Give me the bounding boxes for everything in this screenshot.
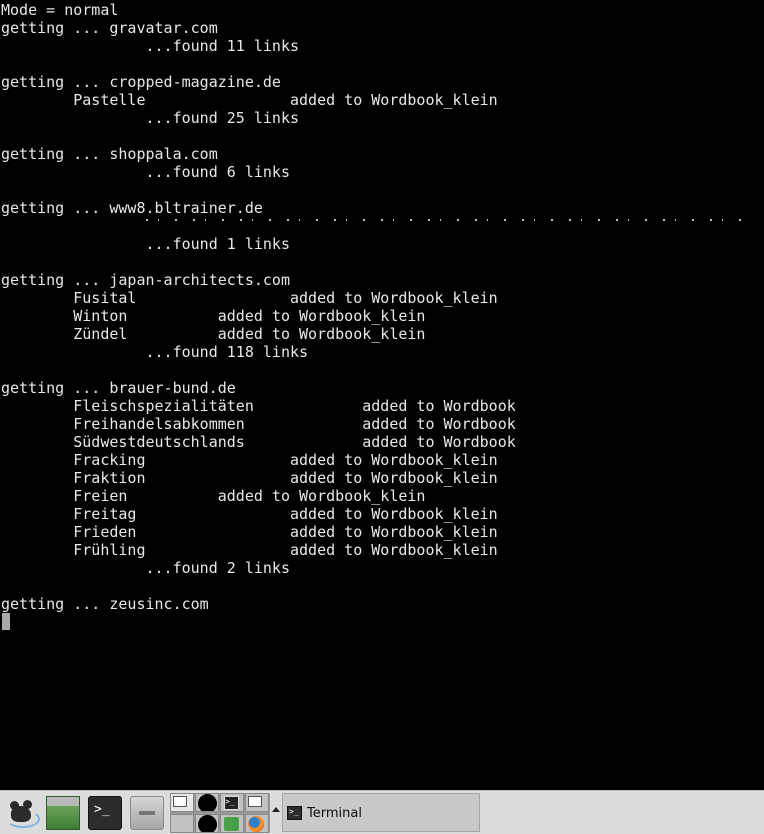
task-button-terminal[interactable]: >_ Terminal: [282, 793, 480, 832]
terminal-line: Freihandelsabkommen added to Wordbook: [1, 415, 516, 433]
application-menu-button[interactable]: [4, 796, 40, 830]
firefox-icon: [248, 816, 264, 832]
window-thumbnail: [173, 796, 187, 807]
terminal-line: Fraktion added to Wordbook_klein: [1, 469, 498, 487]
terminal-line: Fracking added to Wordbook_klein: [1, 451, 498, 469]
terminal-launcher-button[interactable]: >_: [88, 796, 122, 830]
terminal-line: getting ... cropped-magazine.de: [1, 73, 281, 91]
workspace-2[interactable]: [195, 793, 219, 812]
taskbar: >_ >_ >_ Terminal: [0, 790, 764, 834]
workspace-5[interactable]: [170, 814, 194, 833]
terminal-line: getting ... shoppala.com: [1, 145, 218, 163]
terminal-line: getting ... japan-architects.com: [1, 271, 290, 289]
terminal-line: ...found 6 links: [1, 163, 290, 181]
terminal-line: ...found 11 links: [1, 37, 300, 55]
window-thumbnail: [198, 815, 217, 832]
pager-expand-icon[interactable]: [272, 807, 280, 812]
terminal-line: Mode = normal: [1, 1, 119, 19]
terminal-line: Frühling added to Wordbook_klein: [1, 541, 498, 559]
workspace-8[interactable]: [245, 814, 269, 833]
terminal-line: ...found 2 links: [1, 559, 290, 577]
terminal-icon: >_: [224, 796, 239, 810]
show-desktop-button[interactable]: [46, 796, 80, 830]
terminal-line: Freien added to Wordbook_klein: [1, 487, 426, 505]
terminal-line: Zündel added to Wordbook_klein: [1, 325, 426, 343]
terminal-line: ...found 25 links: [1, 109, 300, 127]
terminal-line: Pastelle added to Wordbook_klein: [1, 91, 498, 109]
terminal-window[interactable]: Mode = normal getting ... gravatar.com .…: [0, 0, 764, 790]
app-icon: [224, 817, 239, 831]
terminal-line: Fusital added to Wordbook_klein: [1, 289, 498, 307]
terminal-line: Südwestdeutschlands added to Wordbook: [1, 433, 516, 451]
file-manager-launcher-button[interactable]: [130, 796, 164, 830]
terminal-line: getting ... www8.bltrainer.de: [1, 199, 263, 217]
terminal-line: Freitag added to Wordbook_klein: [1, 505, 498, 523]
terminal-output: Mode = normal getting ... gravatar.com .…: [1, 1, 516, 613]
window-thumbnail: [198, 794, 217, 811]
workspace-6[interactable]: [195, 814, 219, 833]
terminal-icon: >_: [287, 806, 302, 820]
workspace-7[interactable]: [220, 814, 244, 833]
window-thumbnail: [248, 796, 262, 807]
terminal-line: getting ... zeusinc.com: [1, 595, 209, 613]
desktop-icon: [47, 797, 79, 806]
workspace-pager: >_: [170, 793, 270, 833]
drawer-icon: [139, 811, 155, 815]
mouse-icon: [11, 806, 31, 822]
terminal-line: ...found 1 links: [1, 235, 290, 253]
terminal-line: Fleischspezialitäten added to Wordbook: [1, 397, 516, 415]
task-label: Terminal: [307, 806, 362, 821]
terminal-line: getting ... gravatar.com: [1, 19, 218, 37]
workspace-3[interactable]: >_: [220, 793, 244, 812]
workspace-4[interactable]: [245, 793, 269, 812]
terminal-line: Winton added to Wordbook_klein: [1, 307, 426, 325]
workspace-1[interactable]: [170, 793, 194, 812]
terminal-icon: >_: [94, 802, 110, 817]
terminal-line: ...found 118 links: [1, 343, 309, 361]
terminal-line: Frieden added to Wordbook_klein: [1, 523, 498, 541]
garbled-output-line: [146, 219, 746, 221]
terminal-line: getting ... brauer-bund.de: [1, 379, 236, 397]
terminal-cursor: [2, 613, 10, 630]
